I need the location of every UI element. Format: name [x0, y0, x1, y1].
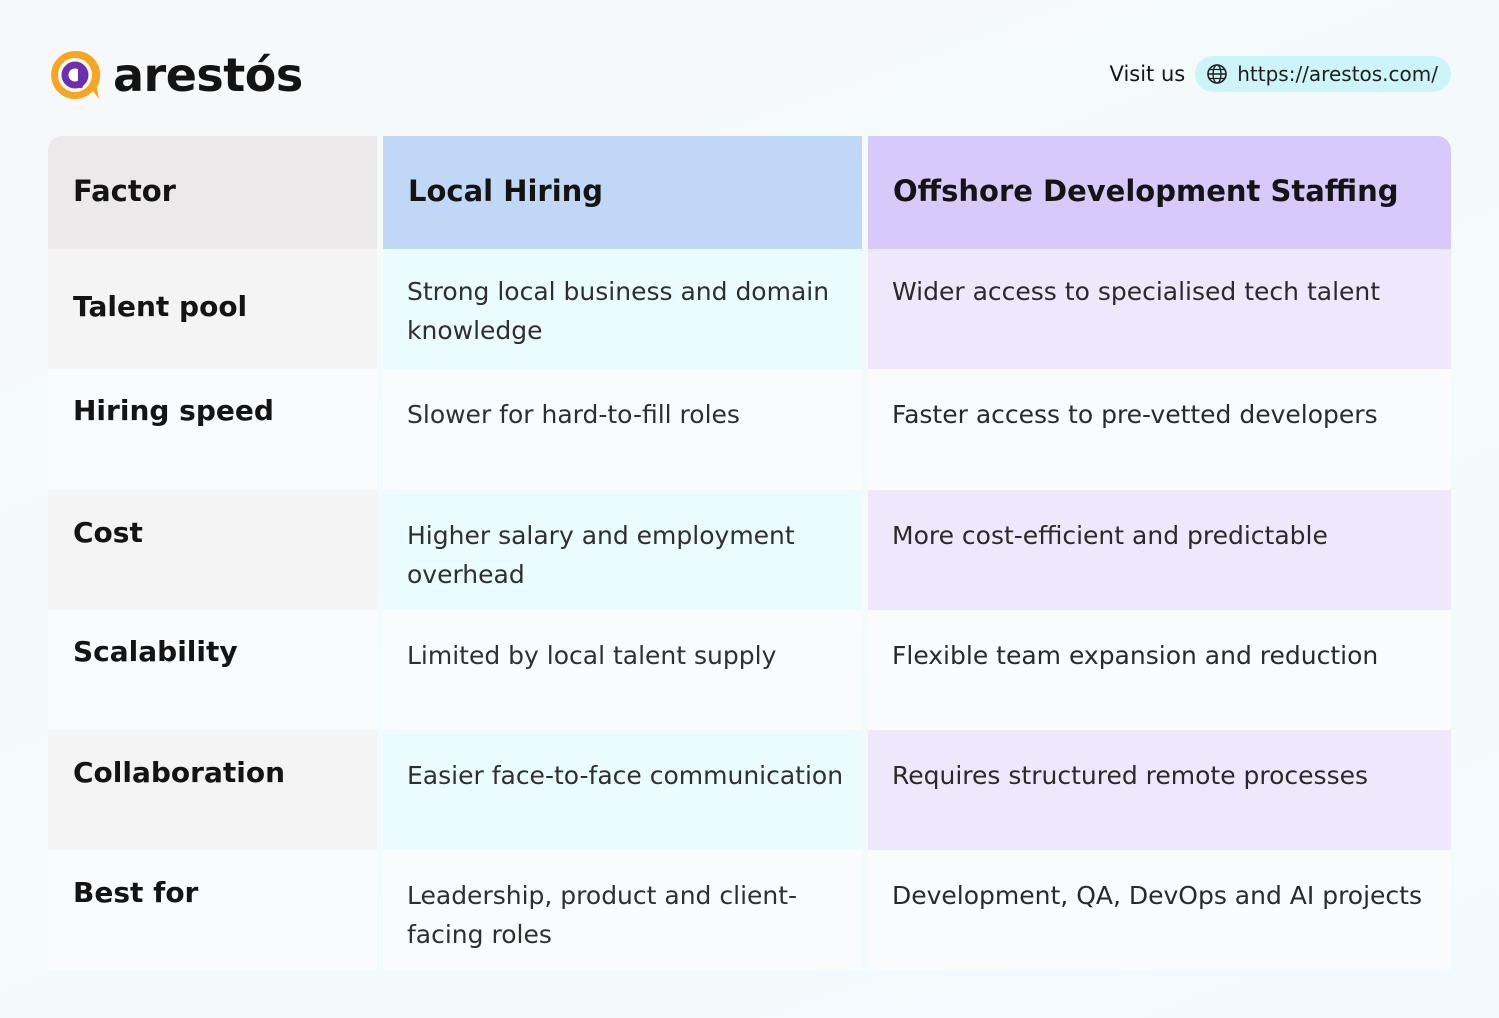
offshore-value: Development, QA, DevOps and AI projects — [892, 881, 1423, 910]
header-cell-local-hiring: Local Hiring — [383, 136, 862, 249]
local-cell: Limited by local talent supply — [383, 610, 862, 730]
local-value: Leadership, product and client-facing ro… — [407, 881, 798, 949]
table-row: Collaboration Easier face-to-face commun… — [48, 730, 1451, 850]
offshore-value: Requires structured remote processes — [892, 761, 1369, 790]
table-row: Scalability Limited by local talent supp… — [48, 610, 1451, 730]
table-header-row: Factor Local Hiring Offshore Development… — [48, 136, 1451, 249]
factor-label: Cost — [73, 516, 143, 549]
header-cell-factor: Factor — [48, 136, 377, 249]
comparison-table: Factor Local Hiring Offshore Development… — [48, 136, 1451, 970]
factor-label: Hiring speed — [73, 394, 274, 427]
factor-cell: Hiring speed — [48, 369, 377, 490]
offshore-value: Flexible team expansion and reduction — [892, 641, 1379, 670]
brand-logo[interactable]: arestós — [47, 47, 303, 103]
local-value: Higher salary and employment overhead — [407, 521, 795, 589]
table-row: Hiring speed Slower for hard-to-fill rol… — [48, 369, 1451, 490]
factor-label: Scalability — [73, 635, 238, 668]
local-cell: Slower for hard-to-fill roles — [383, 369, 862, 490]
offshore-cell: Faster access to pre-vetted developers — [868, 369, 1451, 490]
table-row: Best for Leadership, product and client-… — [48, 850, 1451, 970]
globe-icon — [1207, 64, 1228, 84]
offshore-cell: Development, QA, DevOps and AI projects — [868, 850, 1451, 970]
header-label: Local Hiring — [408, 174, 604, 208]
offshore-value: More cost-efficient and predictable — [892, 521, 1328, 550]
local-value: Strong local business and domain knowled… — [407, 277, 830, 345]
factor-cell: Collaboration — [48, 730, 377, 850]
offshore-value: Wider access to specialised tech talent — [892, 277, 1381, 306]
local-cell: Strong local business and domain knowled… — [383, 249, 862, 369]
offshore-value: Faster access to pre-vetted developers — [892, 400, 1378, 429]
offshore-cell: Wider access to specialised tech talent — [868, 249, 1451, 369]
local-value: Easier face-to-face communication — [407, 761, 844, 790]
website-url: https://arestos.com/ — [1237, 62, 1438, 86]
factor-cell: Talent pool — [48, 249, 377, 369]
header-label: Offshore Development Staffing — [893, 174, 1399, 208]
local-cell: Higher salary and employment overhead — [383, 490, 862, 610]
local-value: Slower for hard-to-fill roles — [407, 400, 740, 429]
factor-cell: Best for — [48, 850, 377, 970]
visit-us: Visit us https://arestos.com/ — [1110, 56, 1451, 92]
factor-label: Best for — [73, 876, 199, 909]
website-link[interactable]: https://arestos.com/ — [1195, 56, 1451, 92]
factor-label: Talent pool — [73, 290, 248, 323]
local-cell: Leadership, product and client-facing ro… — [383, 850, 862, 970]
factor-cell: Cost — [48, 490, 377, 610]
brand-name: arestós — [113, 48, 303, 102]
factor-label: Collaboration — [73, 756, 286, 789]
local-cell: Easier face-to-face communication — [383, 730, 862, 850]
table-row: Talent pool Strong local business and do… — [48, 249, 1451, 369]
offshore-cell: Requires structured remote processes — [868, 730, 1451, 850]
offshore-cell: More cost-efficient and predictable — [868, 490, 1451, 610]
factor-cell: Scalability — [48, 610, 377, 730]
page-header: arestós Visit us https://arestos.com/ — [0, 0, 1499, 136]
visit-us-label: Visit us — [1109, 62, 1186, 86]
table-row: Cost Higher salary and employment overhe… — [48, 490, 1451, 610]
header-cell-offshore: Offshore Development Staffing — [868, 136, 1451, 249]
offshore-cell: Flexible team expansion and reduction — [868, 610, 1451, 730]
header-label: Factor — [73, 174, 176, 208]
search-bubble-icon — [51, 50, 101, 99]
local-value: Limited by local talent supply — [407, 641, 777, 670]
